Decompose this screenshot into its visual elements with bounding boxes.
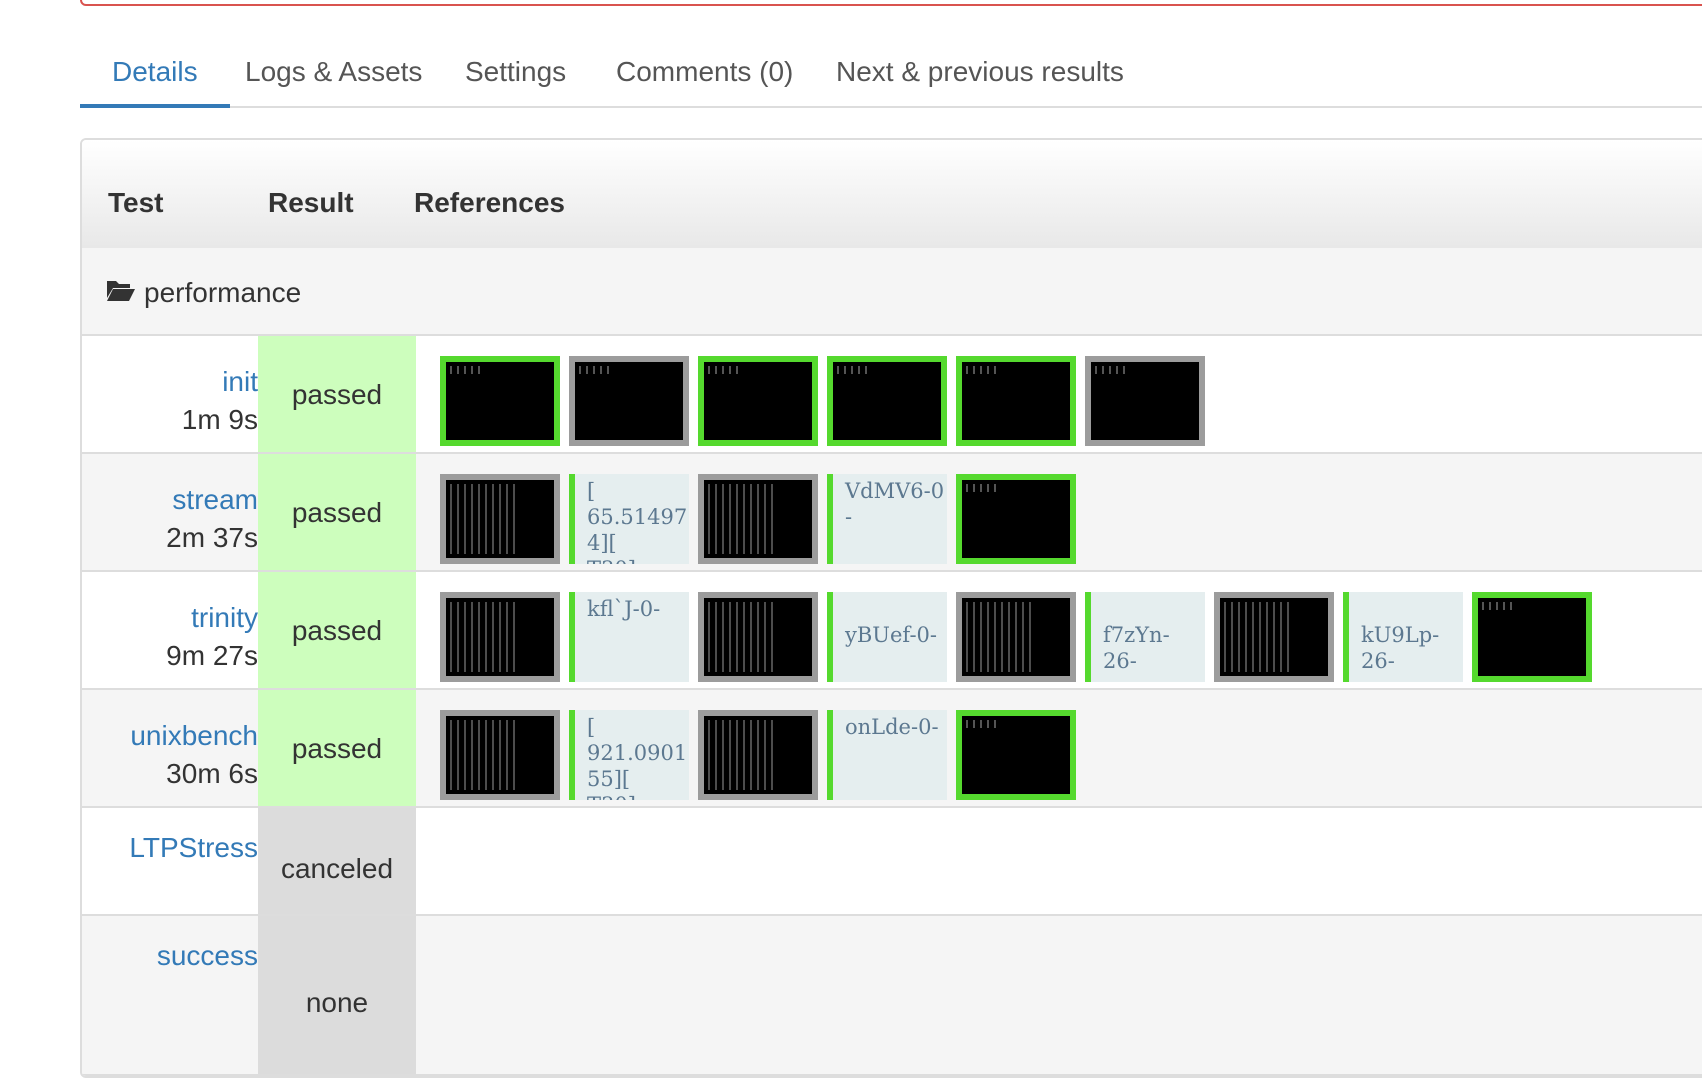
screenshot-thumbnail-fail[interactable] <box>698 592 818 682</box>
screenshot-thumbnail-fail[interactable] <box>1214 592 1334 682</box>
test-duration: 30m 6s <box>166 758 258 789</box>
table-row: init 1m 9s passed <box>82 336 1702 454</box>
table-row: trinity 9m 27s passed kfl`J-0- yBUef-0- f7z… <box>82 572 1702 690</box>
thumbnail-content <box>1482 602 1512 610</box>
thumbnail-content <box>708 366 738 374</box>
test-duration: 2m 37s <box>166 522 258 553</box>
thumbnail-content <box>708 720 778 790</box>
screenshot-thumbnail-fail[interactable] <box>956 592 1076 682</box>
text-result-snippet[interactable]: yBUef-0- <box>827 592 947 682</box>
screenshot-thumbnail-ok[interactable] <box>956 356 1076 446</box>
test-name-link[interactable]: stream <box>82 482 258 518</box>
screenshot-thumbnail-ok[interactable] <box>698 356 818 446</box>
references-list: kfl`J-0- yBUef-0- f7zYn- 26- kU9Lp- 26- <box>440 592 1592 682</box>
screenshot-thumbnail-ok[interactable] <box>956 474 1076 564</box>
thumbnail-content <box>966 484 996 492</box>
text-result-snippet[interactable]: f7zYn- 26- <box>1085 592 1205 682</box>
thumbnail-content <box>1095 366 1125 374</box>
table-row: LTPStress canceled <box>82 808 1702 916</box>
alert-box <box>80 0 1702 6</box>
test-cell: trinity 9m 27s <box>82 572 258 688</box>
header-result: Result <box>268 187 354 218</box>
text-result-snippet[interactable]: [ 65.51497 4][ T30] <box>569 474 689 564</box>
tab-comments[interactable]: Comments (0) <box>584 30 825 108</box>
screenshot-thumbnail-ok[interactable] <box>827 356 947 446</box>
thumbnail-content <box>450 602 520 672</box>
screenshot-thumbnail-fail[interactable] <box>1085 356 1205 446</box>
tab-logs-assets[interactable]: Logs & Assets <box>213 30 454 108</box>
test-cell: unixbench 30m 6s <box>82 690 258 806</box>
table-row: unixbench 30m 6spassed [ 921.0901 55][ T30… <box>82 690 1702 808</box>
references-list <box>440 356 1205 446</box>
folder-open-icon <box>107 281 135 301</box>
header-test: Test <box>108 187 164 218</box>
result-badge: passed <box>258 690 416 806</box>
text-result-snippet[interactable]: kfl`J-0- <box>569 592 689 682</box>
thumbnail-content <box>966 720 996 728</box>
result-badge: none <box>258 916 416 1074</box>
result-badge: passed <box>258 336 416 452</box>
table-row: stream 2m 37spassed [ 65.51497 4][ T30] VdM… <box>82 454 1702 572</box>
text-result-snippet[interactable]: kU9Lp- 26- <box>1343 592 1463 682</box>
text-result-snippet[interactable]: onLde-0- <box>827 710 947 800</box>
screenshot-thumbnail-fail[interactable] <box>569 356 689 446</box>
test-cell: init 1m 9s <box>82 336 258 452</box>
tab-next-previous-results[interactable]: Next & previous results <box>804 30 1156 108</box>
screenshot-thumbnail-fail[interactable] <box>698 710 818 800</box>
test-duration: 1m 9s <box>181 404 258 435</box>
references-list: [ 921.0901 55][ T30] onLde-0- <box>440 710 1076 800</box>
thumbnail-content <box>450 720 520 790</box>
test-name-link[interactable]: trinity <box>82 600 258 636</box>
test-name-link[interactable]: LTPStress <box>82 830 258 866</box>
test-group-row[interactable]: performance <box>82 248 1702 336</box>
screenshot-thumbnail-fail[interactable] <box>440 592 560 682</box>
test-name-link[interactable]: unixbench <box>82 718 258 754</box>
tab-bar: Details Logs & Assets Settings Comments … <box>80 30 1702 108</box>
thumbnail-content <box>579 366 609 374</box>
screenshot-thumbnail-fail[interactable] <box>440 710 560 800</box>
group-label: performance <box>144 277 302 308</box>
screenshot-thumbnail-ok[interactable] <box>440 356 560 446</box>
screenshot-thumbnail-ok[interactable] <box>956 710 1076 800</box>
test-name-link[interactable]: success <box>82 938 258 974</box>
thumbnail-content <box>1224 602 1294 672</box>
test-name-link[interactable]: init <box>82 364 258 400</box>
screenshot-thumbnail-ok[interactable] <box>1472 592 1592 682</box>
thumbnail-content <box>966 602 1036 672</box>
test-cell: stream 2m 37s <box>82 454 258 570</box>
thumbnail-content <box>450 484 520 554</box>
screenshot-thumbnail-fail[interactable] <box>440 474 560 564</box>
result-badge: passed <box>258 454 416 570</box>
tab-settings[interactable]: Settings <box>433 30 598 108</box>
header-references: References <box>414 187 565 218</box>
references-list: [ 65.51497 4][ T30] VdMV6-0- <box>440 474 1076 564</box>
thumbnail-content <box>450 366 480 374</box>
test-cell: LTPStress <box>82 808 258 914</box>
table-header: Test Result References <box>82 140 1702 249</box>
tab-details[interactable]: Details <box>80 30 230 108</box>
table-row: success none <box>82 916 1702 1076</box>
thumbnail-content <box>837 366 867 374</box>
text-result-snippet[interactable]: VdMV6-0- <box>827 474 947 564</box>
screenshot-thumbnail-fail[interactable] <box>698 474 818 564</box>
test-duration: 9m 27s <box>166 640 258 671</box>
result-badge: canceled <box>258 808 416 914</box>
thumbnail-content <box>708 602 778 672</box>
test-cell: success <box>82 916 258 1074</box>
results-table: Test Result References performance init 1… <box>80 138 1702 1078</box>
thumbnail-content <box>966 366 996 374</box>
thumbnail-content <box>708 484 778 554</box>
text-result-snippet[interactable]: [ 921.0901 55][ T30] <box>569 710 689 800</box>
result-badge: passed <box>258 572 416 688</box>
